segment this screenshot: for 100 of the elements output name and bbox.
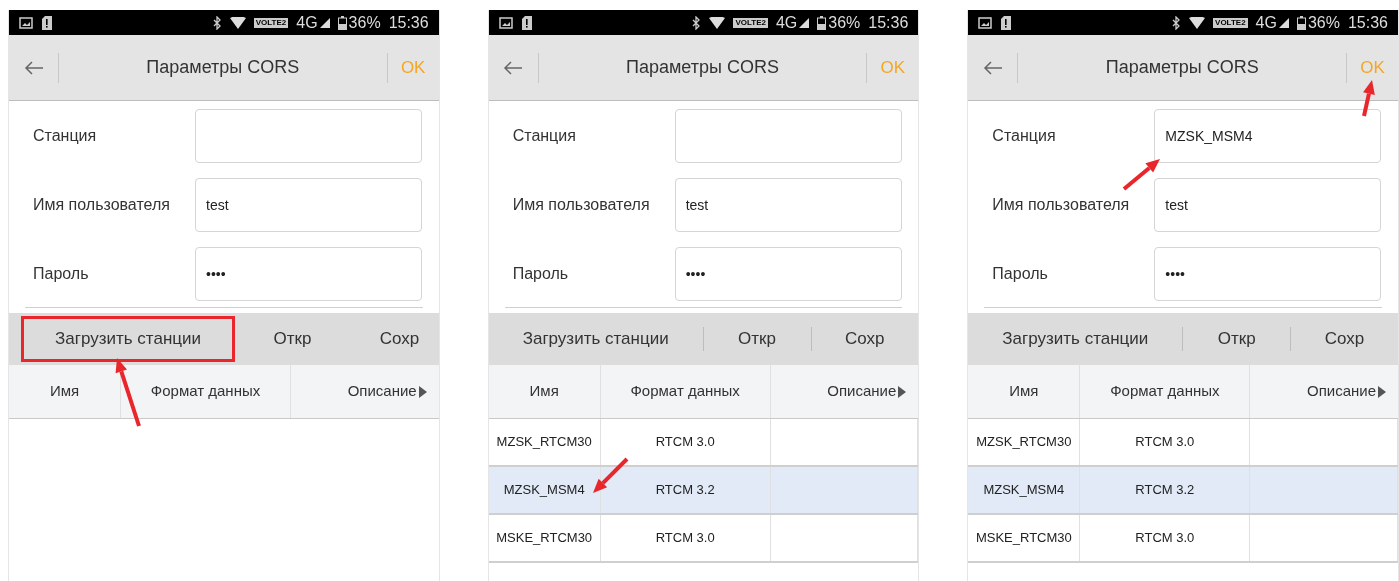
input-field[interactable]: •••• [1154, 247, 1382, 301]
page-title: Параметры CORS [625, 56, 780, 79]
column-header[interactable]: Описание [770, 365, 919, 418]
toolbar-button[interactable]: Откр [703, 316, 811, 362]
table-cell-text: MZSK_MSM4 [503, 481, 585, 500]
battery-icon [337, 15, 347, 30]
wifi-icon [709, 16, 726, 29]
column-header[interactable]: Описание [1250, 365, 1398, 418]
table-cell-text: RTCM 3.0 [1135, 529, 1195, 548]
input-field[interactable]: test [1154, 178, 1382, 232]
toolbar-button[interactable]: Сохр [1291, 316, 1398, 362]
table-cell-text: MSKE_RTCM30 [496, 529, 593, 548]
input-field[interactable]: test [674, 178, 902, 232]
signal-icon [1278, 17, 1289, 28]
battery-percent: 36% [828, 12, 861, 33]
clock-time: 15:36 [388, 12, 429, 33]
back-arrow-icon [503, 60, 524, 75]
table-cell-text: MZSK_RTCM30 [976, 433, 1072, 452]
table-cell-text: MSKE_RTCM30 [975, 529, 1072, 548]
toolbar-button[interactable]: Загрузить станции [21, 316, 235, 362]
field-label: Станция [32, 126, 98, 146]
scroll-right-icon [1378, 385, 1386, 398]
field-label: Имя пользователя [32, 195, 171, 215]
column-title: Описание [827, 381, 897, 402]
bluetooth-icon [1172, 15, 1182, 30]
network-type: 4G [775, 12, 798, 33]
bluetooth-icon [692, 15, 702, 30]
table-row[interactable]: MZSK_MSM4 RTCM 3.2 [488, 467, 919, 515]
volte-badge: VOLTE2 [1213, 17, 1248, 28]
field-label: Пароль [511, 264, 570, 284]
input-field[interactable]: •••• [674, 247, 902, 301]
input-field[interactable] [674, 109, 902, 163]
column-title: Имя [49, 381, 80, 402]
signal-icon [799, 17, 810, 28]
network-type: 4G [1255, 12, 1277, 33]
field-label: Имя пользователя [511, 195, 651, 215]
column-title: Формат данных [150, 381, 261, 402]
sim-alert-icon [520, 15, 532, 30]
table-cell-text: RTCM 3.0 [655, 529, 715, 548]
toolbar-button[interactable]: Загрузить станции [488, 316, 703, 362]
table-cell-text: MZSK_MSM4 [983, 481, 1065, 500]
volte-badge: VOLTE2 [253, 17, 289, 28]
table-row[interactable]: MZSK_MSM4 RTCM 3.2 [968, 467, 1398, 515]
column-header[interactable]: Описание [291, 365, 439, 418]
scroll-right-icon [898, 385, 907, 398]
column-header[interactable]: Формат данных [121, 365, 291, 418]
page-title: Параметры CORS [1104, 56, 1260, 79]
toolbar-button[interactable]: Сохр [811, 316, 919, 362]
battery-percent: 36% [1307, 12, 1340, 33]
table-cell-text: RTCM 3.0 [1135, 433, 1195, 452]
field-label: Станция [991, 126, 1057, 146]
sim-alert-icon [41, 15, 52, 30]
table-cell-text: RTCM 3.0 [655, 433, 715, 452]
back-arrow-icon [982, 60, 1003, 75]
wifi-icon [1189, 16, 1206, 29]
battery-percent: 36% [348, 12, 381, 33]
table-cell-text: RTCM 3.2 [1135, 481, 1195, 500]
clock-time: 15:36 [868, 12, 909, 33]
table-row[interactable]: MSKE_RTCM30 RTCM 3.0 [968, 515, 1398, 563]
column-title: Имя [529, 381, 559, 402]
sim-alert-icon [1000, 15, 1012, 30]
input-field[interactable]: test [195, 178, 422, 232]
table-row[interactable]: MZSK_RTCM30 RTCM 3.0 [968, 419, 1398, 467]
toolbar-button[interactable]: Загрузить станции [968, 316, 1183, 362]
table-cell-text: RTCM 3.2 [655, 481, 715, 500]
toolbar-button[interactable]: Откр [239, 316, 346, 362]
field-label: Имя пользователя [991, 195, 1131, 215]
column-header[interactable]: Имя [968, 365, 1081, 418]
image-icon [978, 16, 993, 29]
page-title: Параметры CORS [145, 56, 301, 79]
input-field[interactable]: •••• [195, 247, 422, 301]
toolbar-button[interactable]: Откр [1183, 316, 1291, 362]
input-field[interactable] [195, 109, 422, 163]
column-header[interactable]: Формат данных [1080, 365, 1251, 418]
field-label: Пароль [32, 264, 90, 284]
scroll-right-icon [418, 385, 427, 398]
wifi-icon [229, 16, 246, 29]
field-label: Станция [511, 126, 577, 146]
column-header[interactable]: Формат данных [600, 365, 771, 418]
column-header[interactable]: Имя [9, 365, 121, 418]
table-row[interactable]: MZSK_RTCM30 RTCM 3.0 [488, 419, 919, 467]
input-field[interactable]: MZSK_MSM4 [1154, 109, 1382, 163]
column-header[interactable]: Имя [488, 365, 601, 418]
signal-icon [319, 17, 330, 28]
column-title: Описание [1307, 381, 1376, 402]
column-title: Описание [347, 381, 417, 402]
column-title: Имя [1009, 381, 1039, 402]
bluetooth-icon [212, 15, 222, 30]
column-title: Формат данных [1110, 381, 1220, 402]
table-row[interactable]: MSKE_RTCM30 RTCM 3.0 [488, 515, 919, 563]
network-type: 4G [296, 12, 318, 33]
image-icon [498, 16, 513, 29]
clock-time: 15:36 [1347, 12, 1388, 33]
battery-icon [817, 15, 827, 30]
back-arrow-icon [23, 60, 44, 75]
table-cell-text: MZSK_RTCM30 [496, 433, 592, 452]
field-label: Пароль [991, 264, 1049, 284]
toolbar-button[interactable]: Сохр [346, 316, 439, 362]
column-title: Формат данных [630, 381, 740, 402]
battery-icon [1296, 15, 1306, 30]
